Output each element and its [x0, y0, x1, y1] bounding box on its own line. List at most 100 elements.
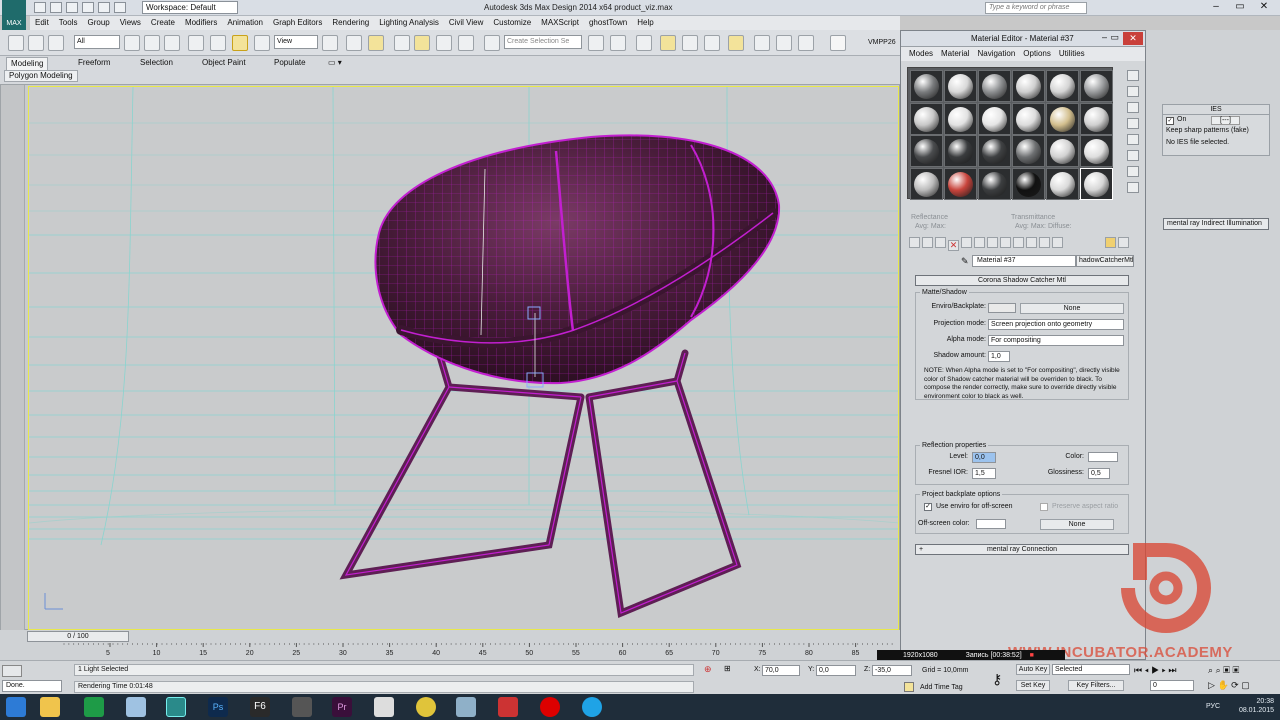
- preserve-ratio-checkbox[interactable]: [1040, 503, 1048, 511]
- calendar-icon[interactable]: [374, 697, 394, 717]
- eyedropper-icon[interactable]: ✎: [961, 256, 969, 267]
- copy-material-icon[interactable]: [961, 237, 972, 248]
- maxscript-mini-listener[interactable]: Done.: [2, 680, 62, 692]
- polygon-modeling-panel[interactable]: Polygon Modeling: [4, 70, 78, 82]
- me-minimize-button[interactable]: –: [1102, 32, 1107, 42]
- link-icon[interactable]: [8, 35, 24, 51]
- render-production-icon[interactable]: [798, 35, 814, 51]
- material-slot[interactable]: [1080, 70, 1113, 102]
- graphite-ribbon-icon[interactable]: [660, 35, 676, 51]
- level-spinner[interactable]: 0,0: [972, 452, 996, 463]
- keyboard-shortcut-icon[interactable]: [368, 35, 384, 51]
- menu-views[interactable]: Views: [115, 16, 146, 30]
- menu-graph-editors[interactable]: Graph Editors: [268, 16, 327, 30]
- notepad-icon[interactable]: [126, 697, 146, 717]
- glossiness-spinner[interactable]: 0,5: [1088, 468, 1110, 479]
- rotate-icon[interactable]: [232, 35, 248, 51]
- material-slot[interactable]: [1046, 70, 1079, 102]
- menu-help[interactable]: Help: [632, 16, 658, 30]
- keyword-search-input[interactable]: Type a keyword or phrase: [985, 2, 1087, 14]
- menu-ghosttown[interactable]: ghostTown: [584, 16, 632, 30]
- start-button-icon[interactable]: [6, 697, 26, 717]
- material-slot[interactable]: [1012, 167, 1045, 200]
- pointer-icon[interactable]: [830, 35, 846, 51]
- menu-create[interactable]: Create: [146, 16, 180, 30]
- viewport-perspective[interactable]: [0, 84, 900, 631]
- absolute-mode-icon[interactable]: ⊞: [724, 664, 731, 673]
- curve-editor-icon[interactable]: [682, 35, 698, 51]
- tray-clock[interactable]: 20:38 08.01.2015: [1239, 697, 1274, 715]
- add-time-tag-button[interactable]: Add Time Tag: [920, 683, 963, 693]
- render-setup-icon[interactable]: [754, 35, 770, 51]
- reset-map-icon[interactable]: ✕: [948, 240, 959, 251]
- f6-app-icon[interactable]: F6: [250, 697, 270, 717]
- me-maximize-button[interactable]: ▭: [1110, 32, 1119, 43]
- time-slider[interactable]: 0 / 100: [27, 631, 129, 642]
- enviro-map-button[interactable]: None: [1020, 303, 1124, 314]
- bind-spacewarp-icon[interactable]: [48, 35, 64, 51]
- me-menu-navigation[interactable]: Navigation: [973, 47, 1019, 61]
- material-slot[interactable]: [978, 70, 1011, 102]
- z-coord-field[interactable]: -35,0: [872, 665, 912, 676]
- ribbon-options-icon[interactable]: ▭ ▾: [324, 57, 346, 70]
- auto-key-button[interactable]: Auto Key: [1016, 664, 1050, 675]
- material-slot[interactable]: [1080, 167, 1113, 200]
- pan-icon[interactable]: ✋: [1217, 680, 1228, 690]
- select-manipulate-icon[interactable]: [346, 35, 362, 51]
- go-parent-icon[interactable]: [1039, 237, 1050, 248]
- material-slot[interactable]: [944, 102, 977, 135]
- material-slot[interactable]: [1080, 102, 1113, 135]
- excel-icon[interactable]: [84, 697, 104, 717]
- workspace-dropdown[interactable]: Workspace: Default: [142, 1, 238, 14]
- me-menu-modes[interactable]: Modes: [905, 47, 937, 61]
- zoom-extents-icon[interactable]: ▣: [1223, 665, 1230, 675]
- make-unique-icon[interactable]: [974, 237, 985, 248]
- assign-to-selection-icon[interactable]: [935, 237, 946, 248]
- y-coord-field[interactable]: 0,0: [816, 665, 856, 676]
- photoshop-icon[interactable]: Ps: [208, 697, 228, 717]
- mirror-icon[interactable]: [588, 35, 604, 51]
- offscreen-color-swatch[interactable]: [976, 519, 1006, 529]
- material-slot[interactable]: [910, 135, 943, 167]
- key-filters-button[interactable]: Key Filters...: [1068, 680, 1124, 691]
- rendered-frame-window-icon[interactable]: [776, 35, 792, 51]
- show-end-result-icon[interactable]: [1026, 237, 1037, 248]
- schematic-view-icon[interactable]: [704, 35, 720, 51]
- material-slot[interactable]: [978, 167, 1011, 200]
- tab-populate[interactable]: Populate: [270, 57, 310, 70]
- get-material-icon[interactable]: [909, 237, 920, 248]
- restore-button[interactable]: ▭: [1228, 0, 1252, 15]
- material-editor-titlebar[interactable]: Material Editor - Material #37 – ▭ ✕: [901, 31, 1145, 47]
- me-menu-options[interactable]: Options: [1019, 47, 1055, 61]
- offscreen-map-button[interactable]: None: [1040, 519, 1114, 530]
- previous-frame-icon[interactable]: ◂: [1145, 665, 1149, 675]
- select-by-name-icon[interactable]: [144, 35, 160, 51]
- me-extra-icon[interactable]: [1118, 237, 1129, 248]
- window-crossing-icon[interactable]: [188, 35, 204, 51]
- material-slot[interactable]: [1012, 102, 1045, 135]
- material-editor-icon[interactable]: [728, 35, 744, 51]
- material-slot[interactable]: [1012, 135, 1045, 167]
- auto-key-mode-dropdown[interactable]: Selected: [1052, 664, 1130, 675]
- percent-snap-icon[interactable]: [436, 35, 452, 51]
- material-id-icon[interactable]: [1000, 237, 1011, 248]
- save-file-icon[interactable]: [66, 2, 78, 13]
- fresnel-ior-spinner[interactable]: 1,5: [972, 468, 996, 479]
- material-slot[interactable]: [978, 135, 1011, 167]
- material-slot[interactable]: [1012, 70, 1045, 102]
- scale-icon[interactable]: [254, 35, 270, 51]
- menu-edit[interactable]: Edit: [30, 16, 54, 30]
- material-name-field[interactable]: Material #37: [972, 255, 1076, 267]
- uv-tiling-icon[interactable]: [1127, 118, 1139, 129]
- alpha-mode-dropdown[interactable]: For compositing: [988, 335, 1124, 346]
- lock-selection-icon[interactable]: ⊕: [704, 664, 712, 675]
- close-button[interactable]: ✕: [1252, 0, 1276, 15]
- zoom-extents-all-icon[interactable]: ▣: [1233, 665, 1240, 675]
- app-logo[interactable]: MAX: [2, 0, 26, 30]
- material-slot[interactable]: [910, 70, 943, 102]
- corona-shadow-catcher-rollout[interactable]: Corona Shadow Catcher Mtl: [915, 275, 1129, 286]
- material-slot[interactable]: [944, 135, 977, 167]
- material-slot[interactable]: [1046, 135, 1079, 167]
- menu-maxscript[interactable]: MAXScript: [536, 16, 584, 30]
- background-icon[interactable]: [1127, 102, 1139, 113]
